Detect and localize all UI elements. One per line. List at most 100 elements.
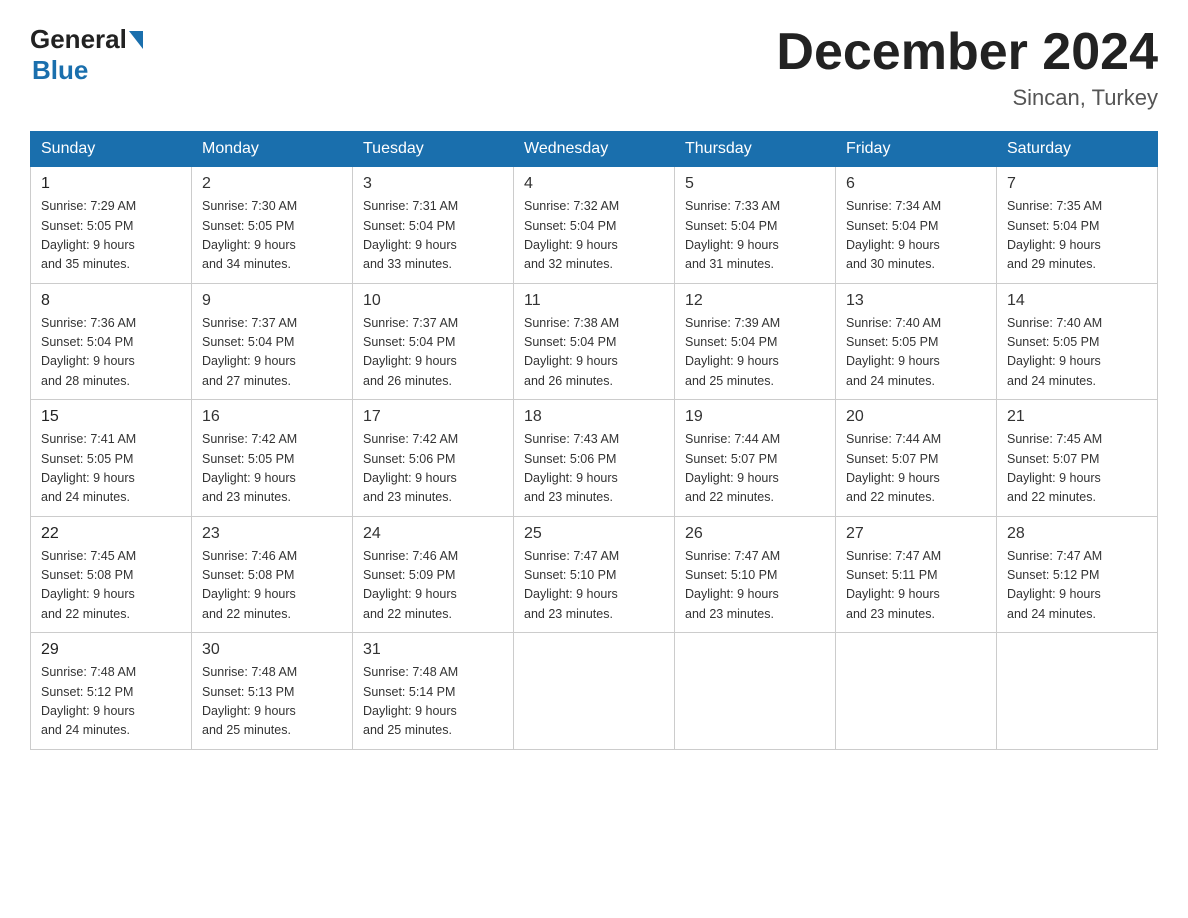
day-number: 12 [685,292,825,310]
day-cell: 30 Sunrise: 7:48 AM Sunset: 5:13 PM Dayl… [192,633,353,750]
day-number: 9 [202,292,342,310]
day-cell: 4 Sunrise: 7:32 AM Sunset: 5:04 PM Dayli… [514,167,675,284]
day-number: 29 [41,641,181,659]
day-number: 5 [685,175,825,193]
calendar-table: SundayMondayTuesdayWednesdayThursdayFrid… [30,131,1158,750]
day-cell: 23 Sunrise: 7:46 AM Sunset: 5:08 PM Dayl… [192,516,353,633]
day-cell: 17 Sunrise: 7:42 AM Sunset: 5:06 PM Dayl… [353,400,514,517]
day-number: 27 [846,525,986,543]
day-cell: 3 Sunrise: 7:31 AM Sunset: 5:04 PM Dayli… [353,167,514,284]
day-info: Sunrise: 7:47 AM Sunset: 5:11 PM Dayligh… [846,547,986,625]
day-number: 1 [41,175,181,193]
day-info: Sunrise: 7:45 AM Sunset: 5:07 PM Dayligh… [1007,430,1147,508]
title-area: December 2024 Sincan, Turkey [776,24,1158,111]
day-number: 17 [363,408,503,426]
day-cell: 2 Sunrise: 7:30 AM Sunset: 5:05 PM Dayli… [192,167,353,284]
day-info: Sunrise: 7:35 AM Sunset: 5:04 PM Dayligh… [1007,197,1147,275]
logo-blue-text: Blue [32,55,88,85]
day-info: Sunrise: 7:36 AM Sunset: 5:04 PM Dayligh… [41,314,181,392]
day-info: Sunrise: 7:43 AM Sunset: 5:06 PM Dayligh… [524,430,664,508]
day-number: 14 [1007,292,1147,310]
week-row-5: 29 Sunrise: 7:48 AM Sunset: 5:12 PM Dayl… [31,633,1158,750]
day-cell: 27 Sunrise: 7:47 AM Sunset: 5:11 PM Dayl… [836,516,997,633]
day-number: 18 [524,408,664,426]
day-info: Sunrise: 7:37 AM Sunset: 5:04 PM Dayligh… [363,314,503,392]
day-number: 8 [41,292,181,310]
calendar-subtitle: Sincan, Turkey [776,85,1158,111]
day-number: 3 [363,175,503,193]
day-number: 25 [524,525,664,543]
day-number: 6 [846,175,986,193]
day-number: 16 [202,408,342,426]
day-info: Sunrise: 7:47 AM Sunset: 5:12 PM Dayligh… [1007,547,1147,625]
header-row: SundayMondayTuesdayWednesdayThursdayFrid… [31,132,1158,167]
header-cell-monday: Monday [192,132,353,167]
day-cell: 28 Sunrise: 7:47 AM Sunset: 5:12 PM Dayl… [997,516,1158,633]
day-info: Sunrise: 7:45 AM Sunset: 5:08 PM Dayligh… [41,547,181,625]
day-cell: 13 Sunrise: 7:40 AM Sunset: 5:05 PM Dayl… [836,283,997,400]
day-info: Sunrise: 7:46 AM Sunset: 5:09 PM Dayligh… [363,547,503,625]
header-cell-sunday: Sunday [31,132,192,167]
day-cell: 22 Sunrise: 7:45 AM Sunset: 5:08 PM Dayl… [31,516,192,633]
day-info: Sunrise: 7:37 AM Sunset: 5:04 PM Dayligh… [202,314,342,392]
day-number: 24 [363,525,503,543]
day-number: 10 [363,292,503,310]
day-cell [997,633,1158,750]
header-cell-wednesday: Wednesday [514,132,675,167]
day-cell: 9 Sunrise: 7:37 AM Sunset: 5:04 PM Dayli… [192,283,353,400]
calendar-title: December 2024 [776,24,1158,81]
day-info: Sunrise: 7:48 AM Sunset: 5:12 PM Dayligh… [41,663,181,741]
day-cell: 16 Sunrise: 7:42 AM Sunset: 5:05 PM Dayl… [192,400,353,517]
day-number: 2 [202,175,342,193]
day-cell: 29 Sunrise: 7:48 AM Sunset: 5:12 PM Dayl… [31,633,192,750]
week-row-1: 1 Sunrise: 7:29 AM Sunset: 5:05 PM Dayli… [31,167,1158,284]
day-info: Sunrise: 7:40 AM Sunset: 5:05 PM Dayligh… [1007,314,1147,392]
day-info: Sunrise: 7:47 AM Sunset: 5:10 PM Dayligh… [685,547,825,625]
calendar-body: 1 Sunrise: 7:29 AM Sunset: 5:05 PM Dayli… [31,167,1158,750]
day-number: 26 [685,525,825,543]
day-cell: 6 Sunrise: 7:34 AM Sunset: 5:04 PM Dayli… [836,167,997,284]
day-cell: 18 Sunrise: 7:43 AM Sunset: 5:06 PM Dayl… [514,400,675,517]
day-number: 21 [1007,408,1147,426]
header-cell-thursday: Thursday [675,132,836,167]
day-number: 31 [363,641,503,659]
day-info: Sunrise: 7:47 AM Sunset: 5:10 PM Dayligh… [524,547,664,625]
page-header: General Blue December 2024 Sincan, Turke… [30,24,1158,111]
day-cell: 24 Sunrise: 7:46 AM Sunset: 5:09 PM Dayl… [353,516,514,633]
logo-general-text: General [30,24,127,55]
day-number: 4 [524,175,664,193]
day-info: Sunrise: 7:34 AM Sunset: 5:04 PM Dayligh… [846,197,986,275]
day-info: Sunrise: 7:32 AM Sunset: 5:04 PM Dayligh… [524,197,664,275]
day-cell: 15 Sunrise: 7:41 AM Sunset: 5:05 PM Dayl… [31,400,192,517]
week-row-4: 22 Sunrise: 7:45 AM Sunset: 5:08 PM Dayl… [31,516,1158,633]
day-cell: 10 Sunrise: 7:37 AM Sunset: 5:04 PM Dayl… [353,283,514,400]
day-cell: 5 Sunrise: 7:33 AM Sunset: 5:04 PM Dayli… [675,167,836,284]
day-cell: 11 Sunrise: 7:38 AM Sunset: 5:04 PM Dayl… [514,283,675,400]
day-info: Sunrise: 7:38 AM Sunset: 5:04 PM Dayligh… [524,314,664,392]
day-info: Sunrise: 7:42 AM Sunset: 5:05 PM Dayligh… [202,430,342,508]
day-cell: 19 Sunrise: 7:44 AM Sunset: 5:07 PM Dayl… [675,400,836,517]
header-cell-friday: Friday [836,132,997,167]
day-info: Sunrise: 7:31 AM Sunset: 5:04 PM Dayligh… [363,197,503,275]
day-number: 22 [41,525,181,543]
day-number: 19 [685,408,825,426]
day-info: Sunrise: 7:39 AM Sunset: 5:04 PM Dayligh… [685,314,825,392]
day-number: 13 [846,292,986,310]
day-cell: 12 Sunrise: 7:39 AM Sunset: 5:04 PM Dayl… [675,283,836,400]
day-cell: 14 Sunrise: 7:40 AM Sunset: 5:05 PM Dayl… [997,283,1158,400]
calendar-header: SundayMondayTuesdayWednesdayThursdayFrid… [31,132,1158,167]
day-info: Sunrise: 7:41 AM Sunset: 5:05 PM Dayligh… [41,430,181,508]
day-cell: 26 Sunrise: 7:47 AM Sunset: 5:10 PM Dayl… [675,516,836,633]
day-number: 28 [1007,525,1147,543]
week-row-2: 8 Sunrise: 7:36 AM Sunset: 5:04 PM Dayli… [31,283,1158,400]
day-cell: 21 Sunrise: 7:45 AM Sunset: 5:07 PM Dayl… [997,400,1158,517]
day-cell: 8 Sunrise: 7:36 AM Sunset: 5:04 PM Dayli… [31,283,192,400]
day-info: Sunrise: 7:44 AM Sunset: 5:07 PM Dayligh… [846,430,986,508]
day-info: Sunrise: 7:33 AM Sunset: 5:04 PM Dayligh… [685,197,825,275]
week-row-3: 15 Sunrise: 7:41 AM Sunset: 5:05 PM Dayl… [31,400,1158,517]
day-cell: 25 Sunrise: 7:47 AM Sunset: 5:10 PM Dayl… [514,516,675,633]
day-info: Sunrise: 7:42 AM Sunset: 5:06 PM Dayligh… [363,430,503,508]
day-cell [836,633,997,750]
day-cell: 20 Sunrise: 7:44 AM Sunset: 5:07 PM Dayl… [836,400,997,517]
header-cell-tuesday: Tuesday [353,132,514,167]
